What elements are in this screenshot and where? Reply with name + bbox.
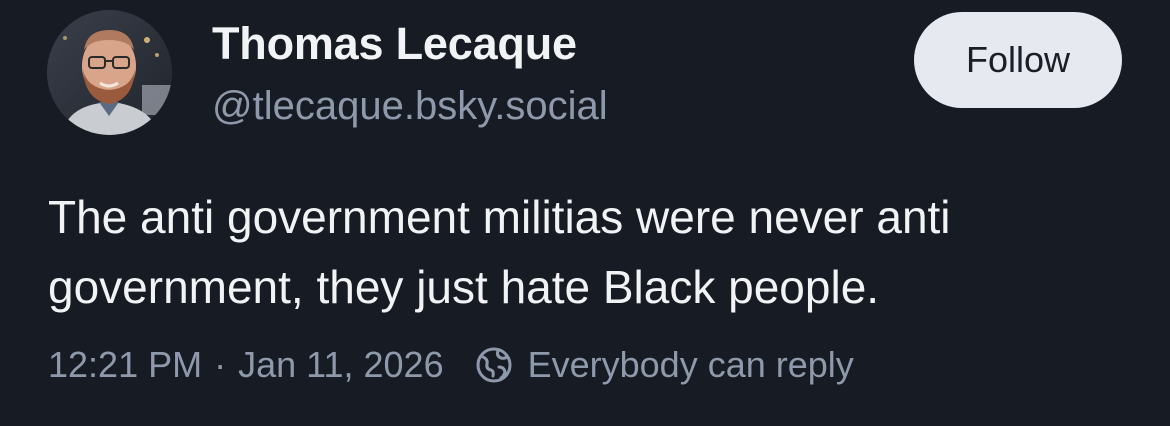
person-avatar-image [47, 10, 172, 135]
post-date[interactable]: Jan 11, 2026 [238, 344, 444, 386]
post-text-line: The anti government militias were never … [48, 191, 951, 243]
reply-setting[interactable]: Everybody can reply [528, 344, 854, 386]
globe-icon [474, 345, 514, 385]
follow-button[interactable]: Follow [914, 12, 1122, 108]
post-card: Thomas Lecaque @tlecaque.bsky.social Fol… [0, 0, 1170, 426]
post-text: The anti government militias were never … [48, 182, 1138, 322]
author-display-name[interactable]: Thomas Lecaque [212, 18, 577, 70]
author-handle[interactable]: @tlecaque.bsky.social [212, 84, 608, 129]
post-text-line: government, they just hate Black people. [48, 261, 880, 313]
author-avatar[interactable] [47, 10, 172, 135]
post-time[interactable]: 12:21 PM [48, 344, 202, 386]
post-meta: 12:21 PM · Jan 11, 2026 Everybody can re… [48, 340, 854, 390]
meta-separator: · [214, 344, 227, 385]
